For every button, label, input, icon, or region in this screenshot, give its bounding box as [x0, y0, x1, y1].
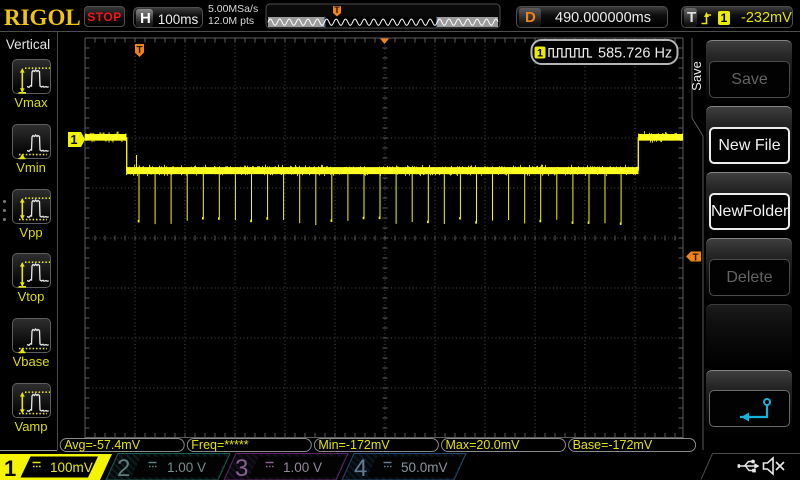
svg-text:3: 3 — [235, 455, 248, 480]
svg-text:1: 1 — [4, 456, 16, 480]
svg-text:T: T — [136, 45, 142, 56]
svg-text:4: 4 — [354, 455, 367, 480]
svg-text:1.00 V: 1.00 V — [283, 460, 322, 475]
svg-text:585.726 Hz: 585.726 Hz — [598, 46, 672, 62]
svg-text:1: 1 — [537, 48, 543, 60]
svg-text:2: 2 — [117, 455, 130, 480]
svg-text:1: 1 — [70, 132, 77, 147]
svg-text:50.0mV: 50.0mV — [401, 460, 448, 475]
svg-text:100mV: 100mV — [50, 460, 93, 475]
svg-text:1.00 V: 1.00 V — [167, 460, 206, 475]
